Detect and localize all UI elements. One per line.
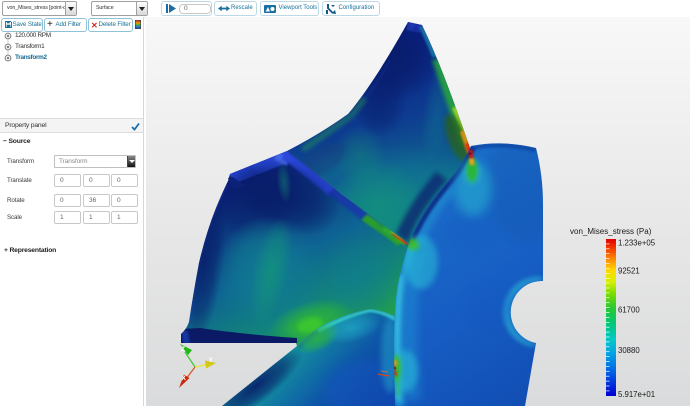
svg-text:X: X [182,375,187,382]
svg-text:1.233e+05: 1.233e+05 [618,239,656,248]
svg-text:5.917e+01: 5.917e+01 [618,390,655,399]
svg-text:61700: 61700 [618,306,640,315]
svg-text:92521: 92521 [618,267,640,276]
svg-text:30880: 30880 [618,346,640,355]
svg-text:Y: Y [209,357,214,364]
svg-text:Z: Z [181,346,185,353]
svg-text:von_Mises_stress (Pa): von_Mises_stress (Pa) [570,227,652,236]
